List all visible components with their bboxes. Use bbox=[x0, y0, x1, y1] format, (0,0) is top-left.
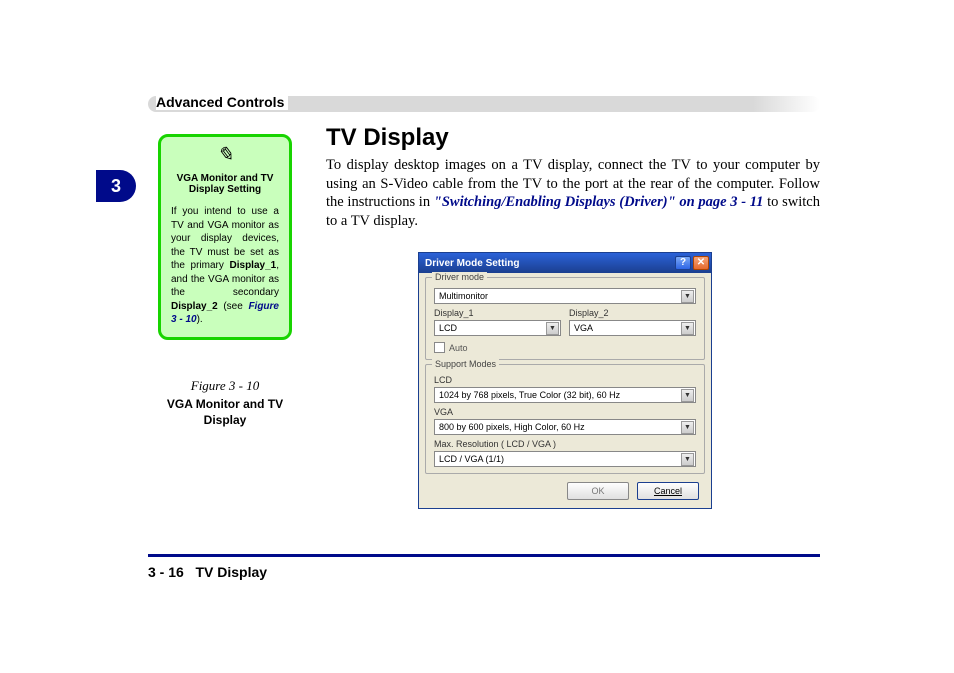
main-paragraph: To display desktop images on a TV displa… bbox=[326, 156, 820, 230]
cancel-button[interactable]: Cancel bbox=[637, 482, 699, 500]
cross-reference-link[interactable]: "Switching/Enabling Displays (Driver)" o… bbox=[434, 194, 764, 210]
maxres-combo[interactable]: LCD / VGA (1/1) ▼ bbox=[434, 451, 696, 467]
close-button[interactable]: ✕ bbox=[693, 256, 709, 270]
combo-value: Multimonitor bbox=[439, 291, 488, 301]
note-bold-2: Display_2 bbox=[171, 301, 218, 312]
dialog-titlebar: Driver Mode Setting ? ✕ bbox=[419, 253, 711, 273]
sidebar-note: ✎ VGA Monitor and TV Display Setting If … bbox=[158, 134, 292, 340]
auto-checkbox-row[interactable]: Auto bbox=[434, 342, 696, 353]
display2-label: Display_2 bbox=[569, 308, 696, 318]
auto-label: Auto bbox=[449, 343, 468, 353]
cancel-label: Cancel bbox=[654, 486, 682, 496]
vga-mode-combo[interactable]: 800 by 600 pixels, High Color, 60 Hz ▼ bbox=[434, 419, 696, 435]
display2-combo[interactable]: VGA ▼ bbox=[569, 320, 696, 336]
driver-mode-group: Driver mode Multimonitor ▼ Display_1 LCD… bbox=[425, 277, 705, 360]
dialog-title: Driver Mode Setting bbox=[425, 258, 519, 269]
footer-rule bbox=[148, 554, 820, 557]
page-title: TV Display bbox=[326, 124, 449, 152]
lcd-label: LCD bbox=[434, 375, 696, 385]
auto-checkbox[interactable] bbox=[434, 342, 445, 353]
display1-combo[interactable]: LCD ▼ bbox=[434, 320, 561, 336]
pencil-icon: ✎ bbox=[171, 145, 279, 165]
combo-value: 800 by 600 pixels, High Color, 60 Hz bbox=[439, 422, 585, 432]
section-heading: Advanced Controls bbox=[156, 94, 288, 110]
note-text: (see bbox=[218, 301, 249, 312]
note-body: If you intend to use a TV and VGA monito… bbox=[171, 205, 279, 327]
dialog-body: Driver mode Multimonitor ▼ Display_1 LCD… bbox=[419, 273, 711, 508]
figure-caption-text: VGA Monitor and TV Display bbox=[158, 396, 292, 428]
note-text: ). bbox=[197, 314, 203, 325]
combo-value: VGA bbox=[574, 323, 593, 333]
chevron-down-icon: ▼ bbox=[546, 322, 559, 335]
lcd-mode-combo[interactable]: 1024 by 768 pixels, True Color (32 bit),… bbox=[434, 387, 696, 403]
footer-title: TV Display bbox=[195, 564, 267, 580]
page-footer: 3 - 16 TV Display bbox=[148, 564, 267, 580]
dialog-button-row: OK Cancel bbox=[425, 478, 705, 502]
chapter-tab: 3 bbox=[96, 170, 136, 202]
combo-value: LCD bbox=[439, 323, 457, 333]
chevron-down-icon: ▼ bbox=[681, 421, 694, 434]
note-title: VGA Monitor and TV Display Setting bbox=[171, 173, 279, 195]
driver-mode-combo[interactable]: Multimonitor ▼ bbox=[434, 288, 696, 304]
maxres-label: Max. Resolution ( LCD / VGA ) bbox=[434, 439, 696, 449]
support-modes-group: Support Modes LCD 1024 by 768 pixels, Tr… bbox=[425, 364, 705, 474]
chevron-down-icon: ▼ bbox=[681, 453, 694, 466]
display1-label: Display_1 bbox=[434, 308, 561, 318]
footer-page-number: 3 - 16 bbox=[148, 564, 184, 580]
chevron-down-icon: ▼ bbox=[681, 290, 694, 303]
figure-label: Figure 3 - 10 bbox=[191, 378, 259, 393]
vga-label: VGA bbox=[434, 407, 696, 417]
driver-mode-setting-dialog: Driver Mode Setting ? ✕ Driver mode Mult… bbox=[418, 252, 712, 509]
combo-value: 1024 by 768 pixels, True Color (32 bit),… bbox=[439, 390, 620, 400]
group-legend: Driver mode bbox=[432, 272, 487, 282]
chevron-down-icon: ▼ bbox=[681, 322, 694, 335]
document-page: Advanced Controls 3 ✎ VGA Monitor and TV… bbox=[0, 0, 954, 673]
combo-value: LCD / VGA (1/1) bbox=[439, 454, 504, 464]
help-button[interactable]: ? bbox=[675, 256, 691, 270]
chevron-down-icon: ▼ bbox=[681, 389, 694, 402]
figure-caption: Figure 3 - 10 VGA Monitor and TV Display bbox=[158, 378, 292, 428]
note-bold-1: Display_1 bbox=[230, 260, 277, 271]
ok-button[interactable]: OK bbox=[567, 482, 629, 500]
group-legend: Support Modes bbox=[432, 359, 499, 369]
